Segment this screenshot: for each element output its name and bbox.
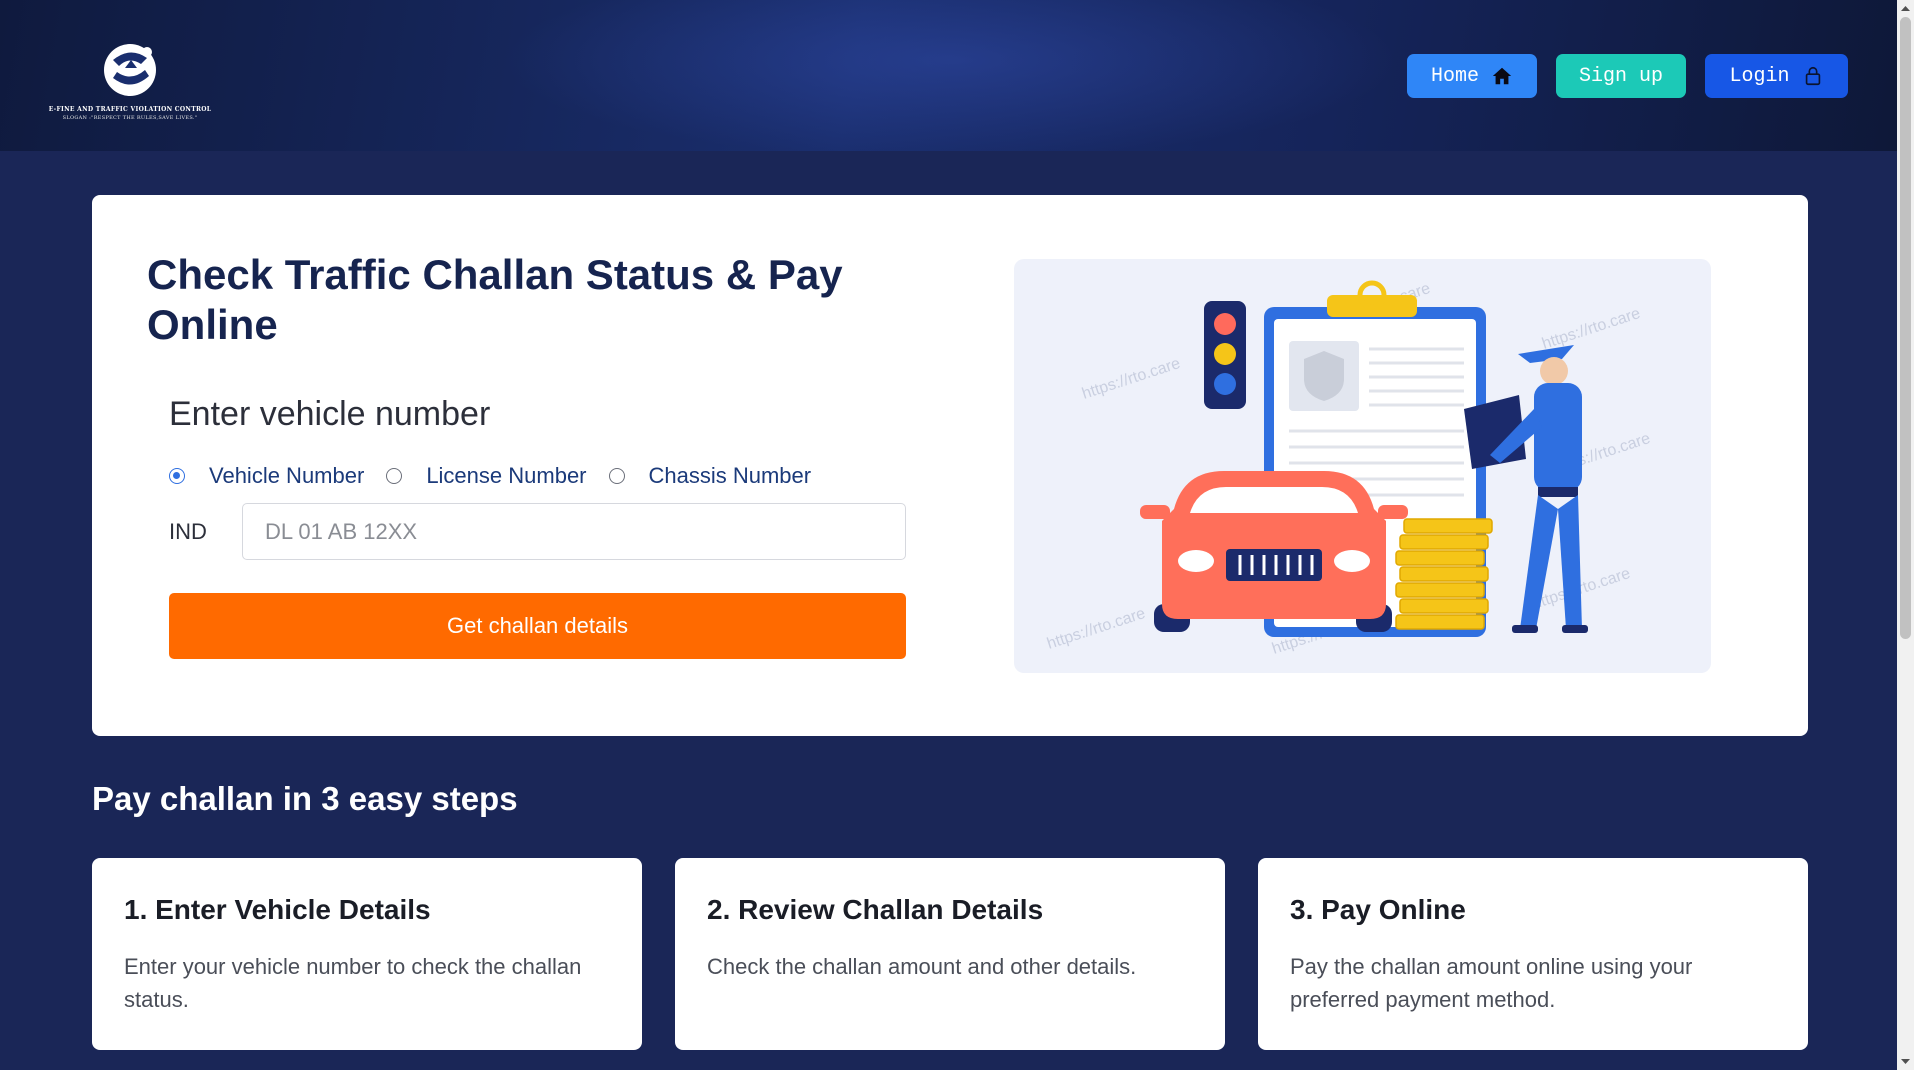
- logo-slogan: SLOGAN :"RESPECT THE RULES,SAVE LIVES.": [62, 115, 198, 121]
- lock-icon: [1805, 66, 1820, 86]
- search-type-radio-group: Vehicle Number License Number Chassis Nu…: [169, 463, 833, 489]
- radio-license-number-label: License Number: [426, 463, 587, 488]
- home-button[interactable]: Home: [1407, 54, 1537, 98]
- challan-check-card: Check Traffic Challan Status & Pay Onlin…: [92, 195, 1808, 736]
- scroll-up-arrow-icon[interactable]: [1897, 0, 1914, 17]
- steps-section-title: Pay challan in 3 easy steps: [92, 780, 518, 817]
- watermark-text: https://rto.care: [1540, 305, 1643, 353]
- step-title: 2. Review Challan Details: [707, 894, 1044, 925]
- form-subtitle: Enter vehicle number: [169, 395, 491, 433]
- login-button[interactable]: Login: [1705, 54, 1848, 98]
- radio-chassis-number-label: Chassis Number: [648, 463, 812, 488]
- coins-icon: [1395, 518, 1493, 630]
- signup-button-label: Sign up: [1578, 64, 1663, 88]
- home-icon: [1492, 67, 1512, 85]
- step-description: Pay the challan amount online using your…: [1290, 954, 1693, 1012]
- watermark-text: https://rto.care: [1080, 355, 1183, 403]
- radio-license-number-control[interactable]: [386, 468, 403, 484]
- radio-vehicle-number-control[interactable]: [169, 468, 185, 484]
- logo-mark-icon: [104, 44, 156, 96]
- step-card: 3. Pay Online Pay the challan amount onl…: [1258, 858, 1808, 1050]
- country-prefix: IND: [169, 519, 207, 544]
- top-nav: Home Sign up Login: [1407, 54, 1848, 98]
- radio-vehicle-number-label: Vehicle Number: [209, 463, 365, 488]
- radio-chassis-number[interactable]: Chassis Number: [608, 463, 812, 489]
- scroll-down-arrow-icon[interactable]: [1897, 1053, 1914, 1070]
- get-challan-details-button[interactable]: Get challan details: [169, 593, 906, 659]
- step-title: 3. Pay Online: [1290, 894, 1466, 925]
- vehicle-number-input[interactable]: [242, 503, 906, 560]
- radio-license-number[interactable]: License Number: [386, 463, 587, 489]
- step-description: Check the challan amount and other detai…: [707, 954, 1137, 979]
- illustration-graphic: https://rto.care https://rto.care https:…: [1045, 280, 1653, 658]
- site-logo[interactable]: E-FINE AND TRAFFIC VIOLATION CONTROL SLO…: [35, 38, 225, 128]
- scrollbar-thumb[interactable]: [1900, 17, 1911, 639]
- step-card: 1. Enter Vehicle Details Enter your vehi…: [92, 858, 642, 1050]
- step-card: 2. Review Challan Details Check the chal…: [675, 858, 1225, 1050]
- login-button-label: Login: [1729, 64, 1790, 88]
- logo-text: E-FINE AND TRAFFIC VIOLATION CONTROL: [48, 106, 212, 113]
- page-title: Check Traffic Challan Status & Pay Onlin…: [147, 251, 843, 348]
- radio-chassis-number-control[interactable]: [608, 468, 625, 484]
- step-title: 1. Enter Vehicle Details: [124, 894, 431, 925]
- car-icon: [1140, 471, 1408, 632]
- home-button-label: Home: [1430, 64, 1479, 88]
- site-header: E-FINE AND TRAFFIC VIOLATION CONTROL SLO…: [0, 0, 1897, 151]
- watermark-text: https://rto.care: [1045, 605, 1148, 653]
- step-description: Enter your vehicle number to check the c…: [124, 954, 582, 1012]
- page-scrollbar[interactable]: [1897, 0, 1914, 1070]
- traffic-police-illustration: https://rto.care https://rto.care https:…: [1014, 259, 1711, 673]
- signup-button[interactable]: Sign up: [1556, 54, 1686, 98]
- radio-vehicle-number[interactable]: Vehicle Number: [169, 463, 364, 489]
